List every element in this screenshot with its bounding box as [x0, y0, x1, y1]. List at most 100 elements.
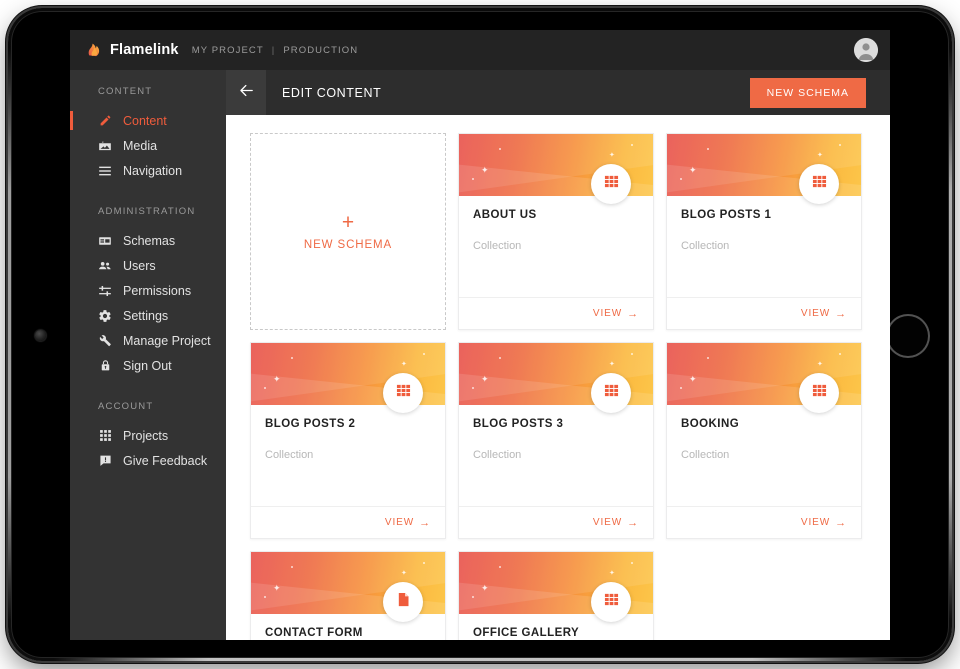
- new-schema-button[interactable]: NEW SCHEMA: [749, 77, 866, 108]
- sparkle-icon: ✦: [609, 361, 615, 368]
- gear-icon: [98, 309, 112, 323]
- card-view-link[interactable]: VIEW →: [801, 517, 847, 529]
- arrow-right-icon: →: [419, 516, 431, 529]
- flame-logo-icon: [86, 42, 103, 59]
- card-type-badge: [799, 164, 839, 204]
- lock-icon: [98, 359, 112, 373]
- card-title: BLOG POSTS 2: [265, 418, 356, 430]
- sidebar-group-account: ACCOUNT Projects Give Feedback: [70, 401, 226, 473]
- banner-dot: [631, 144, 633, 146]
- bezel-edge-right: [949, 48, 952, 621]
- card-view-link[interactable]: VIEW →: [593, 308, 639, 320]
- schema-grid-scroll[interactable]: + NEW SCHEMA ✦ ✦ ABOUT US Collection VIE…: [226, 115, 890, 640]
- breadcrumb-separator: |: [271, 44, 276, 56]
- main-content: EDIT CONTENT NEW SCHEMA + NEW SCHEMA ✦ ✦…: [226, 70, 890, 640]
- sliders-icon: [98, 284, 112, 298]
- schema-card[interactable]: ✦ ✦ ABOUT US Collection VIEW →: [458, 133, 654, 330]
- front-camera-icon: [35, 330, 46, 341]
- new-schema-tile[interactable]: + NEW SCHEMA: [250, 133, 446, 330]
- tablet-device-frame: Flamelink MY PROJECT | PRODUCTION CONTEN…: [8, 8, 952, 661]
- user-avatar-icon: [854, 38, 878, 62]
- sidebar-item-navigation[interactable]: Navigation: [70, 158, 226, 183]
- card-title: BOOKING: [681, 418, 740, 430]
- avatar[interactable]: [854, 38, 878, 62]
- sidebar-item-users[interactable]: Users: [70, 253, 226, 278]
- banner-dot: [291, 566, 293, 568]
- back-button[interactable]: [226, 70, 266, 115]
- schema-card[interactable]: ✦ ✦ BOOKING Collection VIEW →: [666, 342, 862, 539]
- sidebar-group-title-content: CONTENT: [98, 86, 153, 97]
- breadcrumb-project[interactable]: MY PROJECT: [192, 45, 264, 56]
- app-screen: Flamelink MY PROJECT | PRODUCTION CONTEN…: [70, 30, 890, 640]
- card-type-badge: [591, 164, 631, 204]
- sidebar-item-projects[interactable]: Projects: [70, 423, 226, 448]
- card-body: BLOG POSTS 3 Collection: [459, 405, 653, 506]
- card-footer: VIEW →: [667, 506, 861, 538]
- card-title: OFFICE GALLERY: [473, 627, 580, 639]
- schema-card[interactable]: ✦ ✦ CONTACT FORM: [250, 551, 446, 640]
- schema-card[interactable]: ✦ ✦ OFFICE GALLERY: [458, 551, 654, 640]
- sidebar-item-settings[interactable]: Settings: [70, 303, 226, 328]
- card-view-link[interactable]: VIEW →: [593, 517, 639, 529]
- collection-grid-icon: [604, 174, 619, 194]
- wrench-icon: [98, 334, 112, 348]
- sidebar-item-manage-project[interactable]: Manage Project: [70, 328, 226, 353]
- sparkle-icon: ✦: [689, 374, 697, 384]
- collection-grid-icon: [812, 174, 827, 194]
- schema-card[interactable]: ✦ ✦ BLOG POSTS 3 Collection VIEW →: [458, 342, 654, 539]
- banner-dot: [680, 387, 682, 389]
- banner-dot: [264, 596, 266, 598]
- card-footer: VIEW →: [667, 297, 861, 329]
- sidebar-item-content[interactable]: Content: [70, 108, 226, 133]
- arrow-right-icon: →: [627, 516, 639, 529]
- banner-dot: [707, 357, 709, 359]
- card-type-label: Collection: [265, 449, 314, 461]
- banner-dot: [839, 353, 841, 355]
- schema-card[interactable]: ✦ ✦ BLOG POSTS 2 Collection VIEW →: [250, 342, 446, 539]
- sidebar-item-label: Users: [123, 258, 156, 273]
- users-icon: [98, 259, 112, 273]
- breadcrumb-environment[interactable]: PRODUCTION: [283, 45, 358, 56]
- sidebar-item-label: Media: [123, 138, 158, 153]
- sparkle-icon: ✦: [817, 361, 823, 368]
- sparkle-icon: ✦: [609, 570, 615, 577]
- card-title: BLOG POSTS 1: [681, 209, 772, 221]
- sidebar-item-label: Sign Out: [123, 358, 172, 373]
- sidebar-item-permissions[interactable]: Permissions: [70, 278, 226, 303]
- collection-grid-icon: [812, 383, 827, 403]
- card-view-link[interactable]: VIEW →: [385, 517, 431, 529]
- page-title: EDIT CONTENT: [282, 85, 382, 100]
- sidebar-item-label: Navigation: [123, 163, 183, 178]
- image-icon: [98, 139, 112, 153]
- sidebar-item-label: Schemas: [123, 233, 176, 248]
- grid-apps-icon: [98, 429, 112, 443]
- card-view-link[interactable]: VIEW →: [801, 308, 847, 320]
- sparkle-icon: ✦: [481, 165, 489, 175]
- sidebar-item-give-feedback[interactable]: Give Feedback: [70, 448, 226, 473]
- brand-logo[interactable]: Flamelink: [86, 42, 179, 59]
- sparkle-icon: ✦: [401, 361, 407, 368]
- card-body: CONTACT FORM Single: [251, 614, 445, 640]
- top-bar: Flamelink MY PROJECT | PRODUCTION: [70, 30, 890, 70]
- sidebar-group-content: CONTENT Content Media Navigation: [70, 86, 226, 183]
- card-view-label: VIEW: [384, 517, 415, 528]
- banner-dot: [423, 562, 425, 564]
- pencil-icon: [98, 114, 112, 128]
- single-document-icon: [396, 592, 411, 612]
- banner-dot: [499, 566, 501, 568]
- bezel-edge-left: [8, 48, 11, 621]
- card-type-badge: [591, 373, 631, 413]
- schema-card[interactable]: ✦ ✦ BLOG POSTS 1 Collection VIEW →: [666, 133, 862, 330]
- card-type-label: Collection: [473, 240, 522, 252]
- sidebar-group-title-administration: ADMINISTRATION: [98, 206, 196, 217]
- banner-dot: [499, 148, 501, 150]
- card-body: BOOKING Collection: [667, 405, 861, 506]
- card-view-label: VIEW: [800, 308, 831, 319]
- home-button[interactable]: [886, 314, 930, 358]
- sidebar-item-sign-out[interactable]: Sign Out: [70, 353, 226, 378]
- sidebar-item-schemas[interactable]: Schemas: [70, 228, 226, 253]
- banner-dot: [707, 148, 709, 150]
- sidebar-item-media[interactable]: Media: [70, 133, 226, 158]
- banner-dot: [680, 178, 682, 180]
